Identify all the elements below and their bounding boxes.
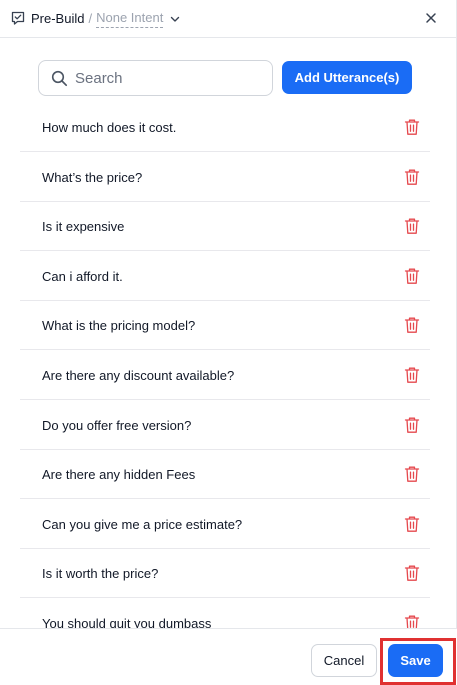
search-box <box>38 60 273 96</box>
trash-icon[interactable] <box>404 465 420 483</box>
search-input[interactable] <box>75 61 265 95</box>
panel-footer: Cancel Save <box>0 628 457 685</box>
utterance-row[interactable]: Can i afford it. <box>20 252 430 301</box>
utterance-row[interactable]: Can you give me a price estimate? <box>20 500 430 549</box>
intent-selector[interactable]: None Intent <box>96 10 164 28</box>
trash-icon[interactable] <box>404 217 420 235</box>
close-icon[interactable] <box>422 9 440 27</box>
trash-icon[interactable] <box>404 614 420 628</box>
trash-icon[interactable] <box>404 267 420 285</box>
utterance-row[interactable]: Is it worth the price? <box>20 549 430 599</box>
utterance-row[interactable]: What’s the price? <box>20 153 430 202</box>
breadcrumb-bot-name[interactable]: Pre-Build <box>31 11 84 27</box>
panel-header: Pre-Build / None Intent <box>0 0 457 38</box>
utterance-text: Is it expensive <box>42 219 125 235</box>
checkbox-speech-icon <box>11 11 25 25</box>
utterance-text: What is the pricing model? <box>42 318 196 334</box>
utterance-text: Do you offer free version? <box>42 417 192 433</box>
trash-icon[interactable] <box>404 564 420 582</box>
utterance-text: What’s the price? <box>42 169 143 185</box>
utterance-text: How much does it cost. <box>42 120 177 135</box>
utterance-text: Are there any hidden Fees <box>42 467 196 483</box>
utterance-text: Are there any discount available? <box>42 368 235 383</box>
utterance-row[interactable]: You should quit you dumbass <box>20 599 430 628</box>
trash-icon[interactable] <box>404 168 420 186</box>
utterance-text: You should quit you dumbass <box>42 616 212 628</box>
utterance-row[interactable]: Is it expensive <box>20 202 430 252</box>
trash-icon[interactable] <box>404 118 420 136</box>
breadcrumb: Pre-Build / None Intent <box>31 10 181 28</box>
utterance-row[interactable]: Do you offer free version? <box>20 401 430 450</box>
cancel-button[interactable]: Cancel <box>311 644 377 677</box>
trash-icon[interactable] <box>404 366 420 384</box>
search-icon <box>51 70 68 87</box>
chevron-down-icon[interactable] <box>169 13 181 25</box>
utterance-row[interactable]: How much does it cost. <box>20 103 430 152</box>
utterance-row[interactable]: Are there any hidden Fees <box>20 450 430 500</box>
utterance-text: Is it worth the price? <box>42 566 159 582</box>
utterance-panel: Pre-Build / None Intent Add Utterance(s)… <box>0 0 457 685</box>
add-utterance-button[interactable]: Add Utterance(s) <box>282 61 412 94</box>
trash-icon[interactable] <box>404 316 420 334</box>
breadcrumb-separator: / <box>88 11 93 26</box>
trash-icon[interactable] <box>404 416 420 434</box>
save-button[interactable]: Save <box>388 644 443 677</box>
utterance-row[interactable]: Are there any discount available? <box>20 351 430 400</box>
utterance-text: Can you give me a price estimate? <box>42 516 243 532</box>
utterance-list: How much does it cost. What’s the price? I… <box>20 103 430 628</box>
utterance-text: Can i afford it. <box>42 268 123 284</box>
utterance-row[interactable]: What is the pricing model? <box>20 301 430 351</box>
trash-icon[interactable] <box>404 515 420 533</box>
